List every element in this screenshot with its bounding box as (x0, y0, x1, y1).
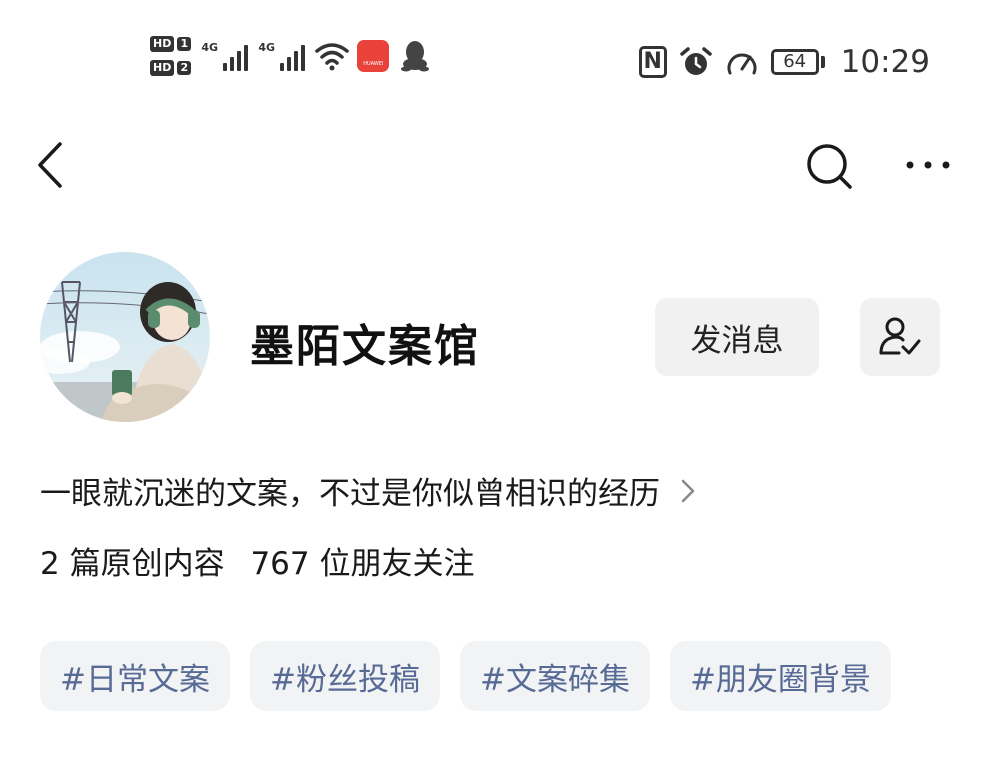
battery-level: 64 (770, 49, 819, 75)
top-nav-bar (0, 120, 1000, 210)
follower-count: 767 位朋友关注 (250, 546, 475, 582)
nfc-icon: N (638, 46, 667, 78)
status-left: HD 1 HD 2 4G 4G HUAWEI (150, 36, 433, 76)
tag-item[interactable]: #文案碎集 (459, 641, 650, 711)
back-button[interactable] (30, 140, 70, 190)
follow-icon (879, 317, 921, 355)
hd1-indicator: HD 1 (150, 36, 192, 52)
hd1-badge: HD (150, 36, 175, 52)
signal1-bars (223, 45, 249, 71)
qq-icon (401, 41, 430, 72)
huawei-app-icon: HUAWEI (357, 40, 390, 72)
profile-bio: 一眼就沉迷的文案，不过是你似曾相识的经历 (40, 476, 660, 512)
search-icon (807, 144, 852, 189)
profile-bio-row[interactable]: 一眼就沉迷的文案，不过是你似曾相识的经历 (40, 468, 696, 513)
more-button[interactable] (900, 140, 956, 190)
status-time: 10:29 (840, 44, 930, 80)
tag-list: #日常文案 #粉丝投稿 #文案碎集 #朋友圈背景 (40, 641, 891, 711)
speed-icon (727, 53, 757, 75)
search-button[interactable] (802, 140, 858, 196)
avatar[interactable] (40, 252, 210, 422)
hd1-num: 1 (177, 37, 192, 51)
profile-name: 墨陌文案馆 (250, 321, 480, 372)
signal2-bars (280, 45, 306, 71)
signal2-icon: 4G (258, 41, 306, 71)
hd2-num: 2 (177, 61, 192, 75)
signal1-label: 4G (201, 41, 219, 54)
follow-button[interactable] (860, 298, 940, 376)
wifi-icon (315, 43, 350, 71)
send-message-button[interactable]: 发消息 (655, 298, 819, 376)
tag-item[interactable]: #朋友圈背景 (669, 641, 891, 711)
battery-indicator: 64 (770, 49, 825, 75)
more-icon (906, 161, 950, 169)
signal2-label: 4G (258, 41, 276, 54)
tag-item[interactable]: #日常文案 (40, 641, 230, 711)
battery-tip (820, 56, 825, 68)
original-count: 2 篇原创内容 (40, 546, 225, 582)
signal1-icon: 4G (201, 41, 249, 71)
hd2-indicator: HD 2 (150, 60, 192, 76)
status-bar: HD 1 HD 2 4G 4G HUAWEI N 64 10:29 (0, 0, 1000, 120)
hd-indicators: HD 1 HD 2 (150, 36, 192, 76)
back-arrow-icon (38, 142, 62, 188)
hd2-badge: HD (150, 60, 175, 76)
alarm-icon (679, 47, 712, 75)
profile-stats: 2 篇原创内容 767 位朋友关注 (40, 538, 490, 583)
avatar-illustration (40, 252, 210, 422)
status-right: N 64 10:29 (638, 44, 930, 80)
tag-item[interactable]: #粉丝投稿 (249, 641, 440, 711)
chevron-right-icon (681, 479, 695, 502)
